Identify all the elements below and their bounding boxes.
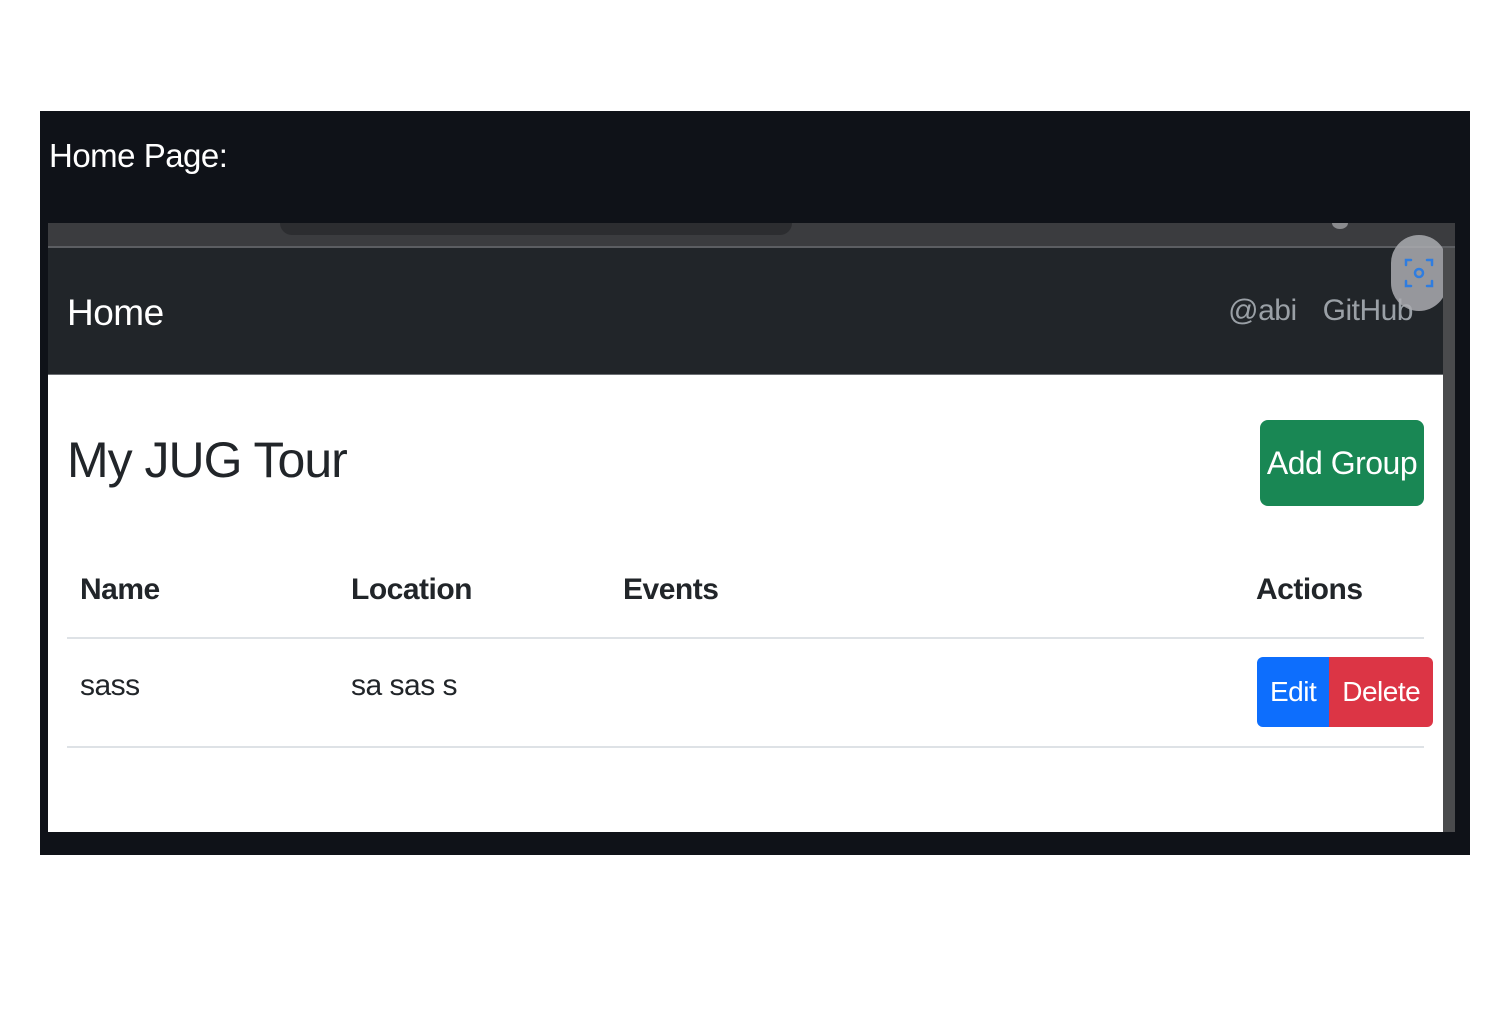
header-location: Location (351, 573, 473, 606)
screenshot-frame: Home Page: Home @abi GitHub My JUG Tour … (40, 111, 1470, 855)
browser-toolbar-edge (48, 223, 1455, 248)
row-actions: Edit Delete (1257, 657, 1434, 727)
table-header-row: Name Location Events Actions (67, 555, 1424, 639)
edit-button[interactable]: Edit (1257, 657, 1330, 727)
browser-screenshot: Home @abi GitHub My JUG Tour Add Group N… (48, 223, 1455, 832)
caption-text: Home Page: (49, 137, 228, 174)
add-group-button[interactable]: Add Group (1260, 420, 1424, 506)
app-navbar: Home @abi GitHub (48, 248, 1444, 377)
toolbar-dot-icon (1332, 223, 1348, 229)
navbar-links: @abi GitHub (1228, 294, 1413, 328)
nav-link-twitter[interactable]: @abi (1228, 294, 1297, 328)
screenshot-scan-icon (1404, 258, 1434, 288)
address-bar[interactable] (280, 223, 792, 235)
table-row: sass sa sas s Edit Delete (67, 639, 1434, 748)
header-actions: Actions (1256, 573, 1363, 606)
header-name: Name (80, 573, 160, 606)
main-content: My JUG Tour Add Group Name Location Even… (48, 375, 1443, 832)
groups-table: Name Location Events Actions sass sa sas… (67, 555, 1434, 748)
screenshot-scan-button[interactable] (1391, 235, 1447, 311)
cell-location: sa sas s (351, 669, 458, 702)
page-scrollbar[interactable] (1443, 248, 1455, 832)
navbar-brand[interactable]: Home (67, 292, 164, 334)
delete-button[interactable]: Delete (1329, 657, 1434, 727)
header-events: Events (623, 573, 719, 606)
page-title: My JUG Tour (67, 432, 348, 488)
cell-name: sass (80, 669, 140, 702)
